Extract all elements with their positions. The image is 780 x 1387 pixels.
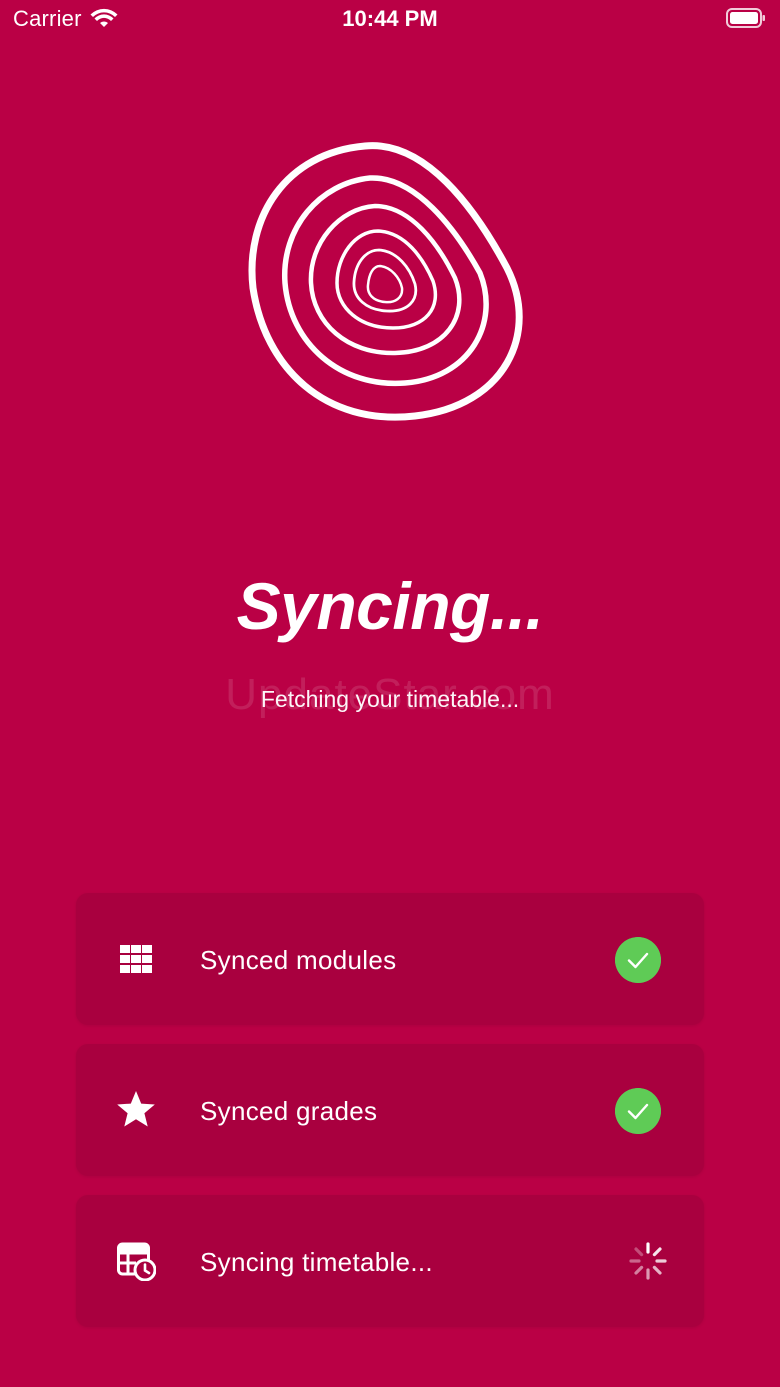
grid-icon <box>120 945 152 973</box>
sync-item-timetable: Syncing timetable... <box>76 1195 704 1327</box>
sync-list: Synced modules Synced grades Syncing tim… <box>76 893 704 1346</box>
star-icon <box>117 1091 155 1127</box>
sync-item-modules: Synced modules <box>76 893 704 1025</box>
sync-item-label: Syncing timetable... <box>200 1247 433 1277</box>
sync-item-label: Synced grades <box>200 1096 378 1126</box>
status-bar: Carrier 10:44 PM <box>0 0 780 44</box>
sync-item-grades: Synced grades <box>76 1044 704 1176</box>
page-title: Syncing... <box>236 569 544 643</box>
check-icon <box>615 937 661 983</box>
app-logo-icon <box>248 142 523 421</box>
check-icon <box>615 1088 661 1134</box>
page-subtitle: Fetching your timetable... <box>260 686 520 712</box>
timetable-clock-icon <box>117 1242 156 1281</box>
spinner-icon <box>629 1242 667 1280</box>
status-time: 10:44 PM <box>342 6 438 31</box>
sync-item-label: Synced modules <box>200 945 397 975</box>
battery-icon <box>726 8 765 28</box>
